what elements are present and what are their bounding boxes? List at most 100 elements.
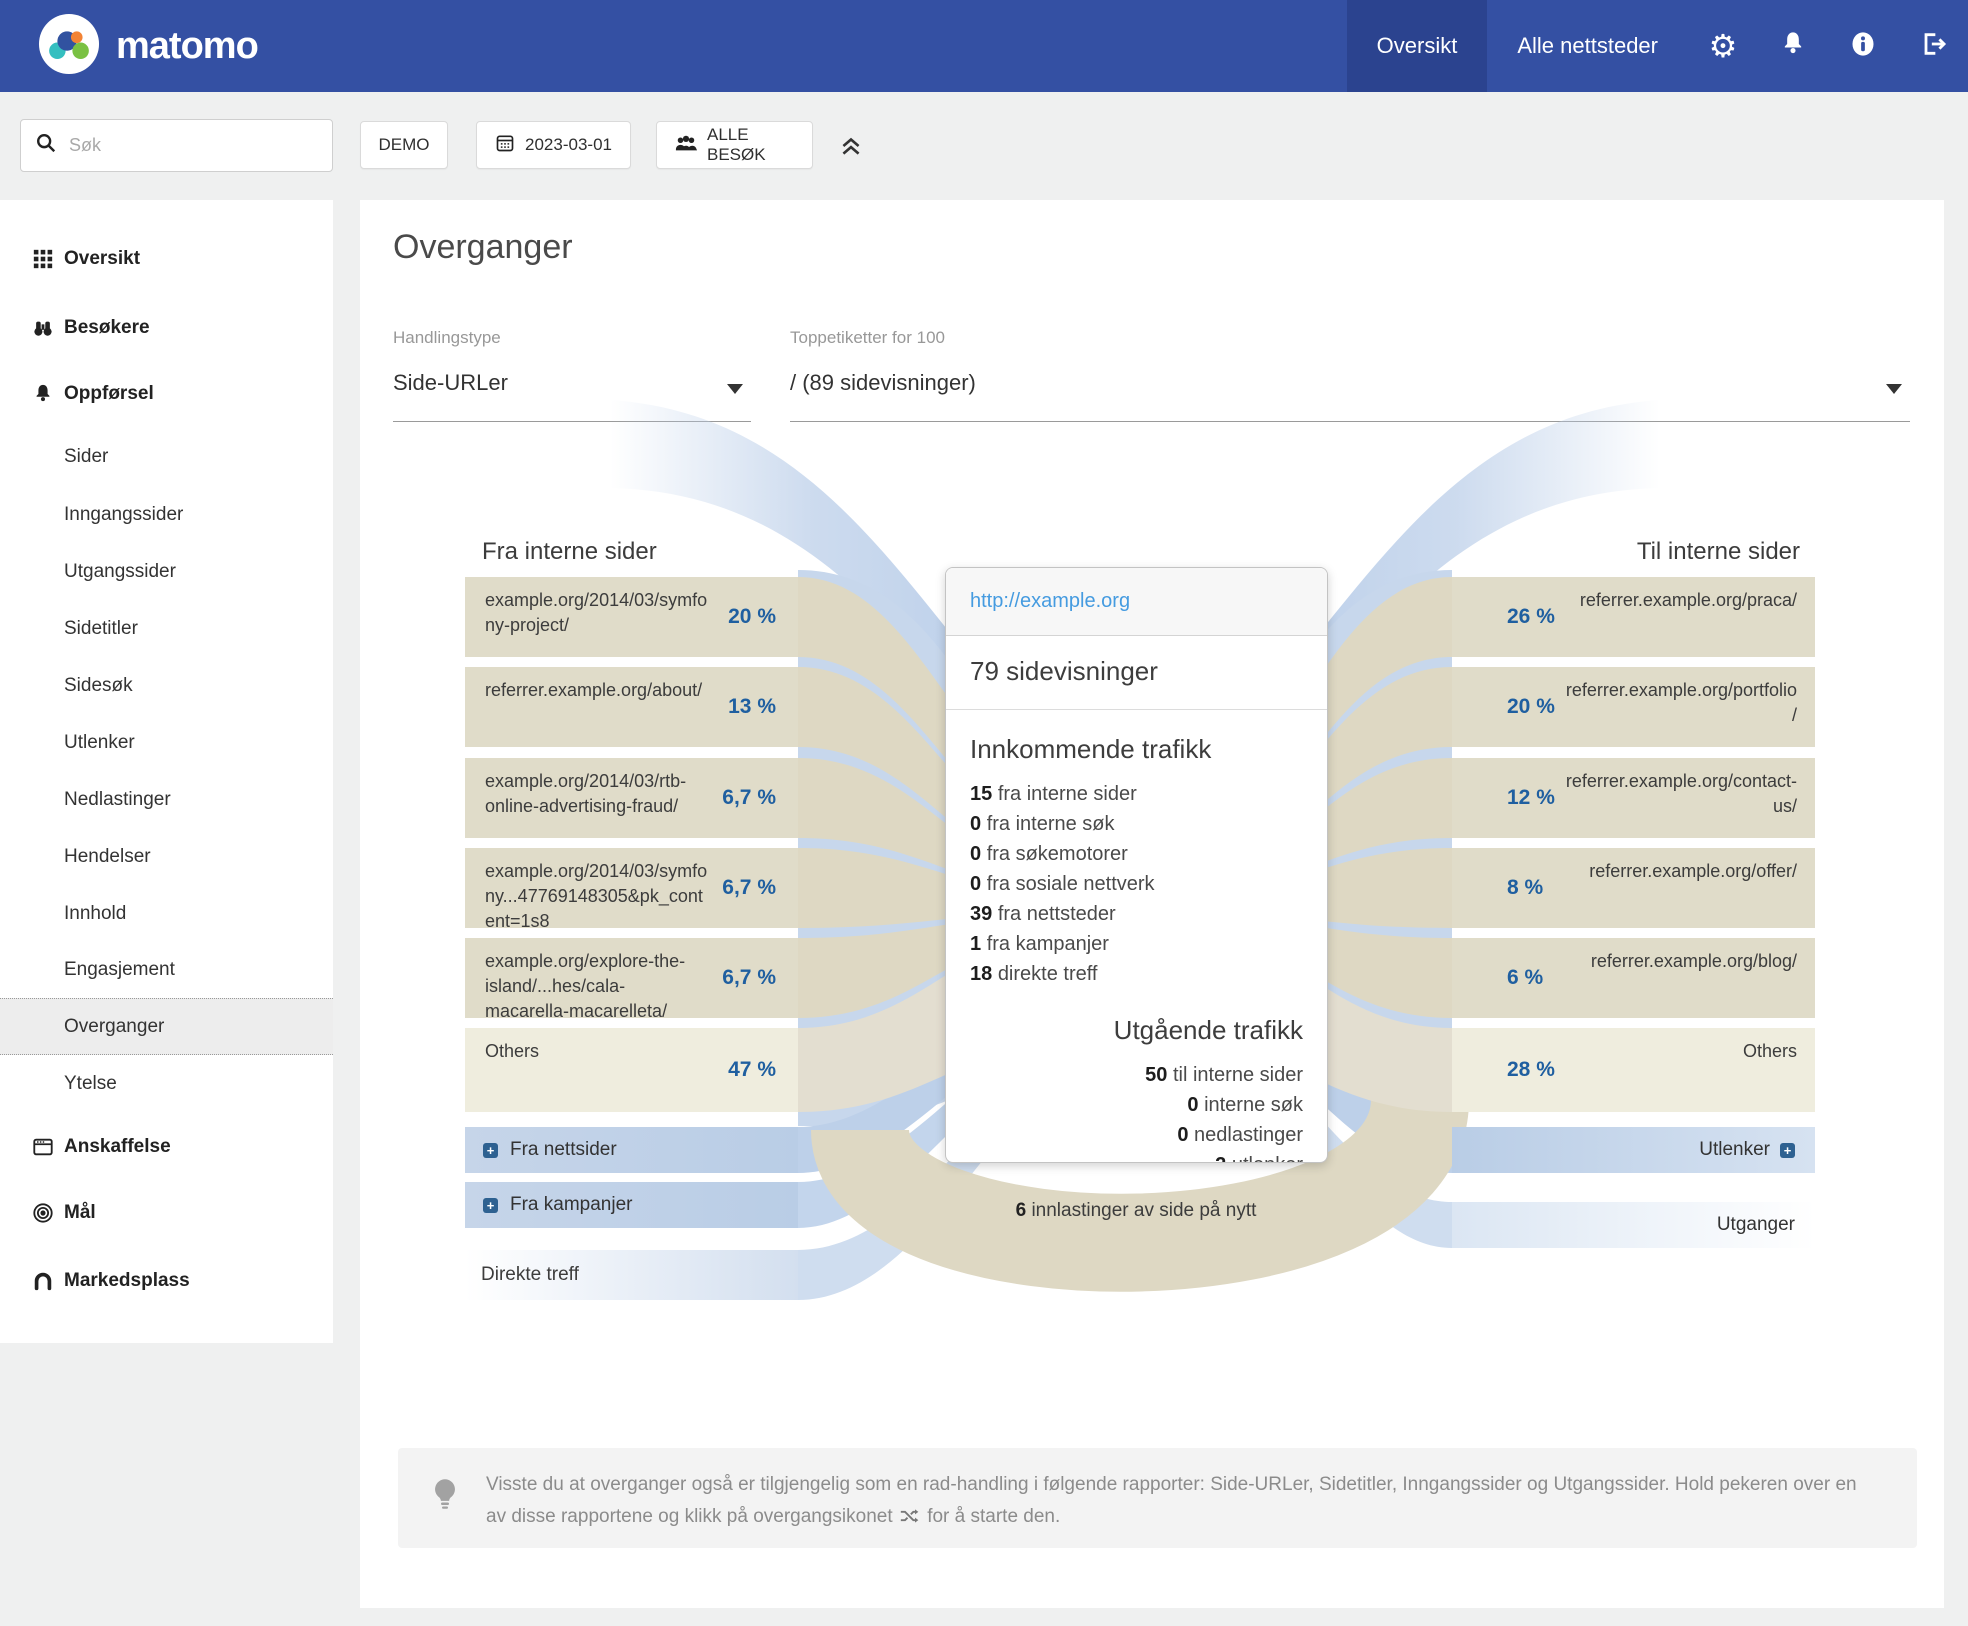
page-reloads-label: 6 innlastinger av side på nytt [956, 1200, 1316, 1222]
sidebar-item-nedlastinger[interactable]: Nedlastinger [0, 771, 333, 828]
date-picker-button[interactable]: 2023-03-01 [476, 121, 631, 169]
to-page-url: referrer.example.org/portfolio/ [1562, 678, 1797, 728]
from-page-url: referrer.example.org/about/ [485, 678, 708, 703]
to-page-node[interactable]: referrer.example.org/praca/ 26 % [1452, 577, 1815, 657]
from-page-percent: 47 % [728, 1058, 776, 1082]
from-page-percent: 20 % [728, 605, 776, 629]
outgoing-item: 2 utlenker [970, 1150, 1303, 1163]
site-selector-button[interactable]: DEMO [360, 121, 448, 169]
sidebar-item-label: Oversikt [64, 248, 140, 270]
sidebar-item-label: Besøkere [64, 317, 150, 339]
tab-alle-nettsteder[interactable]: Alle nettsteder [1487, 0, 1688, 92]
binoculars-icon [30, 317, 56, 339]
sidebar-item-utlenker[interactable]: Utlenker [0, 714, 333, 771]
to-page-node[interactable]: referrer.example.org/blog/ 6 % [1452, 938, 1815, 1018]
to-page-node[interactable]: referrer.example.org/portfolio/ 20 % [1452, 667, 1815, 747]
to-page-node[interactable]: referrer.example.org/contact-us/ 12 % [1452, 758, 1815, 838]
from-page-node[interactable]: example.org/explore-the-island/...hes/ca… [465, 938, 798, 1018]
sidebar-item-oppforsel[interactable]: Oppførsel [0, 365, 333, 422]
sidebar-item-label: Sidesøk [64, 675, 133, 697]
from-page-node[interactable]: example.org/2014/03/symfony-project/ 20 … [465, 577, 798, 657]
content-area: Oversikt Besøkere Oppførsel Sider [0, 200, 1968, 1626]
tab-oversikt[interactable]: Oversikt [1347, 0, 1488, 92]
sidebar-item-hendelser[interactable]: Hendelser [0, 828, 333, 885]
sidebar-item-label: Sidetitler [64, 618, 138, 640]
outlinks-band[interactable]: Utlenker + [1452, 1127, 1815, 1173]
exits-band: Utganger [1452, 1202, 1815, 1248]
search-icon [35, 132, 57, 159]
sidebar-item-label: Ytelse [64, 1073, 117, 1095]
plus-icon[interactable]: + [483, 1143, 498, 1158]
to-internal-pages-heading: Til interne sider [1452, 538, 1800, 566]
from-campaigns-band[interactable]: + Fra kampanjer [465, 1182, 798, 1228]
from-page-node[interactable]: example.org/2014/03/symfony...4776914830… [465, 848, 798, 928]
sidebar: Oversikt Besøkere Oppførsel Sider [0, 200, 333, 1343]
exits-label: Utganger [1717, 1214, 1795, 1236]
sidebar-item-sidesok[interactable]: Sidesøk [0, 657, 333, 714]
sidebar-item-overganger[interactable]: Overganger [0, 998, 333, 1055]
calendar-icon [495, 133, 515, 158]
from-page-percent: 13 % [728, 695, 776, 719]
popup-header: http://example.org [946, 568, 1327, 636]
sidebar-item-innhold[interactable]: Innhold [0, 885, 333, 942]
to-others-node[interactable]: Others 28 % [1452, 1028, 1815, 1112]
sidebar-item-oversikt[interactable]: Oversikt [0, 230, 333, 287]
to-page-url: referrer.example.org/blog/ [1562, 949, 1797, 974]
date-picker-label: 2023-03-01 [525, 135, 612, 155]
tab-alle-nettsteder-label: Alle nettsteder [1517, 33, 1658, 59]
search-box[interactable] [20, 119, 333, 172]
from-websites-label: Fra nettsider [510, 1139, 617, 1161]
sidebar-item-engasjement[interactable]: Engasjement [0, 941, 333, 998]
to-page-url: referrer.example.org/offer/ [1562, 859, 1797, 884]
report-card: Overganger Handlingstype Toppetiketter f… [360, 200, 1944, 1608]
search-input[interactable] [67, 134, 318, 157]
sidebar-item-label: Innhold [64, 903, 126, 925]
sidebar-item-markedsplass[interactable]: Markedsplass [0, 1252, 333, 1309]
transition-details-popup: http://example.org 79 sidevisninger Innk… [945, 567, 1328, 1163]
marketplace-icon [30, 1270, 56, 1292]
sidebar-item-anskaffelse[interactable]: Anskaffelse [0, 1118, 333, 1175]
sidebar-item-label: Engasjement [64, 959, 175, 981]
brand-name: matomo [116, 25, 258, 68]
incoming-item: 0 fra sosiale nettverk [970, 869, 1303, 899]
from-page-url: example.org/2014/03/rtb-online-advertisi… [485, 769, 708, 819]
from-internal-pages-heading: Fra interne sider [482, 538, 657, 566]
segment-selector-button[interactable]: ALLE BESØK [656, 121, 813, 169]
tab-oversikt-label: Oversikt [1377, 33, 1458, 59]
from-page-node[interactable]: referrer.example.org/about/ 13 % [465, 667, 798, 747]
sidebar-item-label: Overganger [64, 1016, 164, 1038]
tip-text-after: for å starte den. [927, 1506, 1060, 1527]
page-reloads-count: 6 [1016, 1200, 1027, 1221]
plus-icon[interactable]: + [1780, 1143, 1795, 1158]
sidebar-item-ytelse[interactable]: Ytelse [0, 1055, 333, 1112]
from-others-node[interactable]: Others 47 % [465, 1028, 798, 1112]
matomo-logo[interactable]: matomo [0, 0, 258, 92]
plus-icon[interactable]: + [483, 1198, 498, 1213]
sidebar-item-sider[interactable]: Sider [0, 428, 333, 485]
bell-icon [1779, 30, 1807, 63]
from-websites-band[interactable]: + Fra nettsider [465, 1127, 798, 1173]
to-page-percent: 28 % [1507, 1058, 1555, 1082]
page-url-link[interactable]: http://example.org [970, 590, 1130, 612]
to-page-percent: 12 % [1507, 786, 1555, 810]
settings-button[interactable]: ⚙ [1688, 0, 1758, 92]
from-page-percent: 6,7 % [722, 966, 776, 990]
from-page-node[interactable]: example.org/2014/03/rtb-online-advertisi… [465, 758, 798, 838]
sidebar-item-besokere[interactable]: Besøkere [0, 299, 333, 356]
notifications-button[interactable] [1758, 0, 1828, 92]
sidebar-item-utgangssider[interactable]: Utgangssider [0, 543, 333, 600]
sidebar-item-label: Mål [64, 1202, 96, 1224]
sidebar-item-inngangssider[interactable]: Inngangssider [0, 486, 333, 543]
tip-notice: Visste du at overganger også er tilgjeng… [398, 1448, 1917, 1548]
tip-text: Visste du at overganger også er tilgjeng… [486, 1469, 1876, 1533]
sidebar-item-mal[interactable]: Mål [0, 1184, 333, 1241]
outgoing-item: 0 nedlastinger [970, 1120, 1303, 1150]
collapse-toolbar-button[interactable] [838, 132, 864, 165]
logout-button[interactable] [1898, 0, 1968, 92]
sidebar-item-label: Anskaffelse [64, 1136, 171, 1158]
to-page-node[interactable]: referrer.example.org/offer/ 8 % [1452, 848, 1815, 928]
double-chevron-up-icon [838, 147, 864, 164]
help-button[interactable] [1828, 0, 1898, 92]
sidebar-item-label: Inngangssider [64, 504, 183, 526]
sidebar-item-sidetitler[interactable]: Sidetitler [0, 600, 333, 657]
